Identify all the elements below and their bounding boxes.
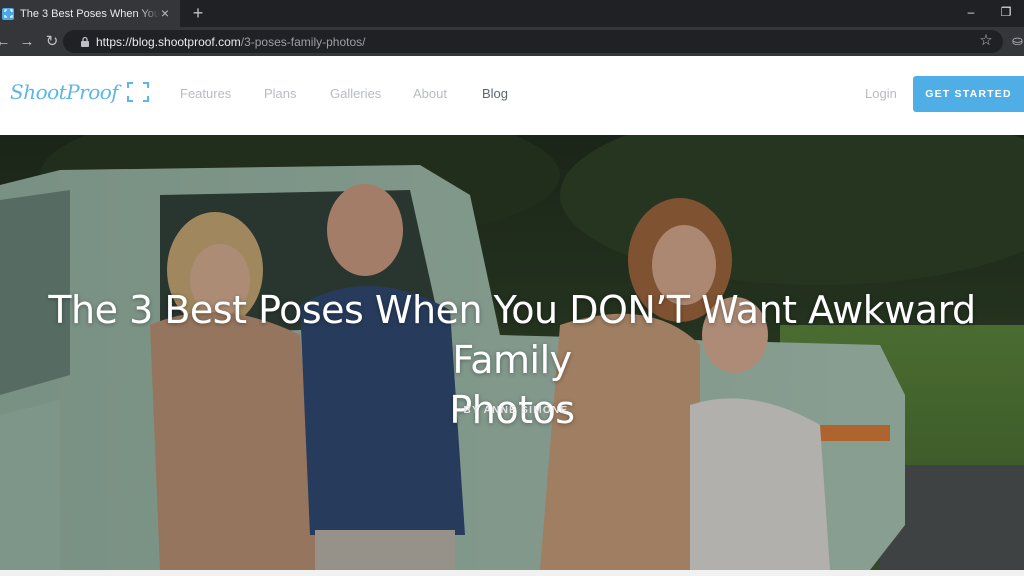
- reload-button[interactable]: ↻: [43, 33, 61, 51]
- browser-tab-active[interactable]: The 3 Best Poses When You DON'T Want Awk…: [0, 0, 180, 27]
- tab-title: The 3 Best Poses When You DON'T Want Awk…: [20, 7, 160, 20]
- page-bottom-strip: [0, 570, 1024, 576]
- nav-plans[interactable]: Plans: [264, 86, 297, 101]
- login-link[interactable]: Login: [865, 86, 897, 101]
- url-text[interactable]: https://blog.shootproof.com/3-poses-fami…: [96, 35, 365, 49]
- lock-icon: [81, 36, 89, 47]
- hero-banner: The 3 Best Poses When You DON’T Want Awk…: [0, 135, 1024, 570]
- extension-icon[interactable]: ⛀: [1012, 33, 1024, 51]
- restore-button[interactable]: ❐: [996, 4, 1016, 20]
- nav-blog[interactable]: Blog: [482, 86, 508, 101]
- address-bar[interactable]: https://blog.shootproof.com/3-poses-fami…: [63, 30, 1003, 53]
- nav-galleries[interactable]: Galleries: [330, 86, 381, 101]
- shootproof-favicon-icon: [2, 7, 14, 20]
- star-icon[interactable]: ☆: [977, 32, 995, 50]
- browser-tabstrip: The 3 Best Poses When You DON'T Want Awk…: [0, 0, 1024, 27]
- nav-about[interactable]: About: [413, 86, 447, 101]
- nav-features[interactable]: Features: [180, 86, 231, 101]
- minimize-button[interactable]: –: [961, 4, 981, 20]
- get-started-button[interactable]: GET STARTED: [913, 76, 1024, 112]
- new-tab-button[interactable]: +: [189, 4, 207, 22]
- back-button[interactable]: ←: [0, 33, 12, 51]
- browser-toolbar: ← → ↻ https://blog.shootproof.com/3-pose…: [0, 27, 1024, 56]
- forward-button[interactable]: →: [18, 33, 36, 51]
- url-host: https://blog.shootproof.com: [96, 35, 241, 49]
- site-header: ShootProof Features Plans Galleries Abou…: [0, 56, 1024, 135]
- article-title-line-1: The 3 Best Poses When You DON’T Want Awk…: [48, 288, 976, 382]
- url-path: /3-poses-family-photos/: [240, 35, 366, 49]
- article-byline: BY ANNE SIMONE: [463, 405, 569, 416]
- tab-close-icon[interactable]: ×: [158, 6, 172, 20]
